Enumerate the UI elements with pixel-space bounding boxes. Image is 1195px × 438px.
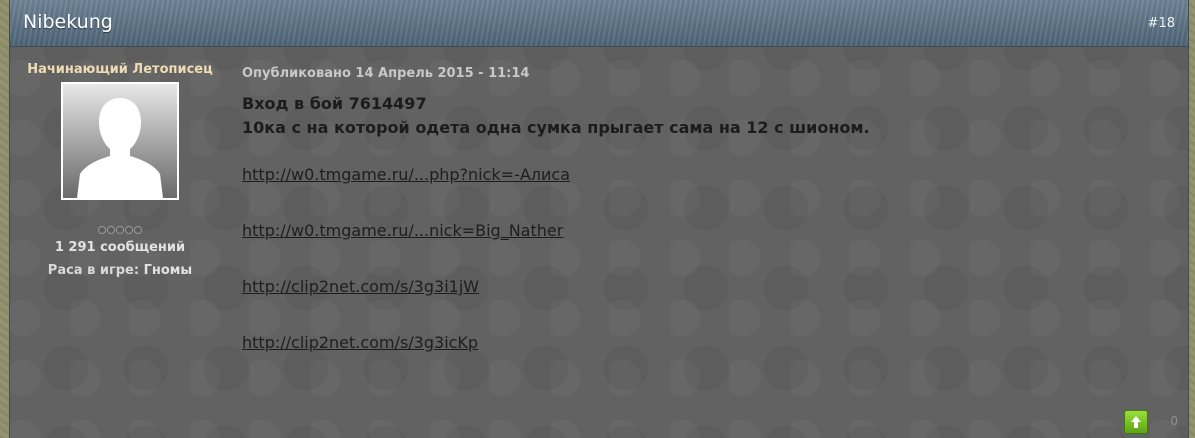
- post-link[interactable]: http://clip2net.com/s/3g3icKp: [242, 333, 1142, 353]
- rep-up-button[interactable]: [1124, 410, 1148, 434]
- arrow-up-icon: [1131, 416, 1141, 428]
- rank-pips: [22, 226, 218, 237]
- post-header: Nibekung #18: [10, 0, 1188, 47]
- race-value: Гномы: [143, 263, 193, 278]
- race-info: Раса в игре: Гномы: [22, 263, 218, 278]
- post-number-link[interactable]: #18: [1148, 16, 1175, 31]
- post-link[interactable]: http://w0.tmgame.ru/...nick=Big_Nather: [242, 221, 1142, 241]
- author-sidebar: Начинающий Летописец 1 291 сообщений Рас…: [22, 62, 218, 278]
- post-count: 1 291 сообщений: [54, 240, 186, 255]
- author-rank: Начинающий Летописец: [27, 62, 213, 77]
- author-name[interactable]: Nibekung: [23, 11, 113, 33]
- post-text-line: 10ка с на которой одета одна сумка прыга…: [242, 118, 870, 137]
- default-avatar-icon: [77, 98, 163, 198]
- forum-post: Nibekung #18 Начинающий Летописец 1 291 …: [9, 0, 1189, 438]
- reputation-count: 0: [1170, 414, 1178, 428]
- post-link[interactable]: http://w0.tmgame.ru/...php?nick=-Алиса: [242, 165, 1142, 185]
- post-link[interactable]: http://clip2net.com/s/3g3i1jW: [242, 277, 1142, 297]
- avatar[interactable]: [61, 82, 179, 200]
- race-label: Раса в игре:: [47, 263, 140, 278]
- post-text-line: Вход в бой 7614497: [242, 94, 427, 113]
- posted-date: Опубликовано 14 Апрель 2015 - 11:14: [242, 66, 530, 81]
- page-background: Nibekung #18 Начинающий Летописец 1 291 …: [0, 0, 1195, 438]
- post-content: Опубликовано 14 Апрель 2015 - 11:14 Вход…: [242, 66, 1142, 353]
